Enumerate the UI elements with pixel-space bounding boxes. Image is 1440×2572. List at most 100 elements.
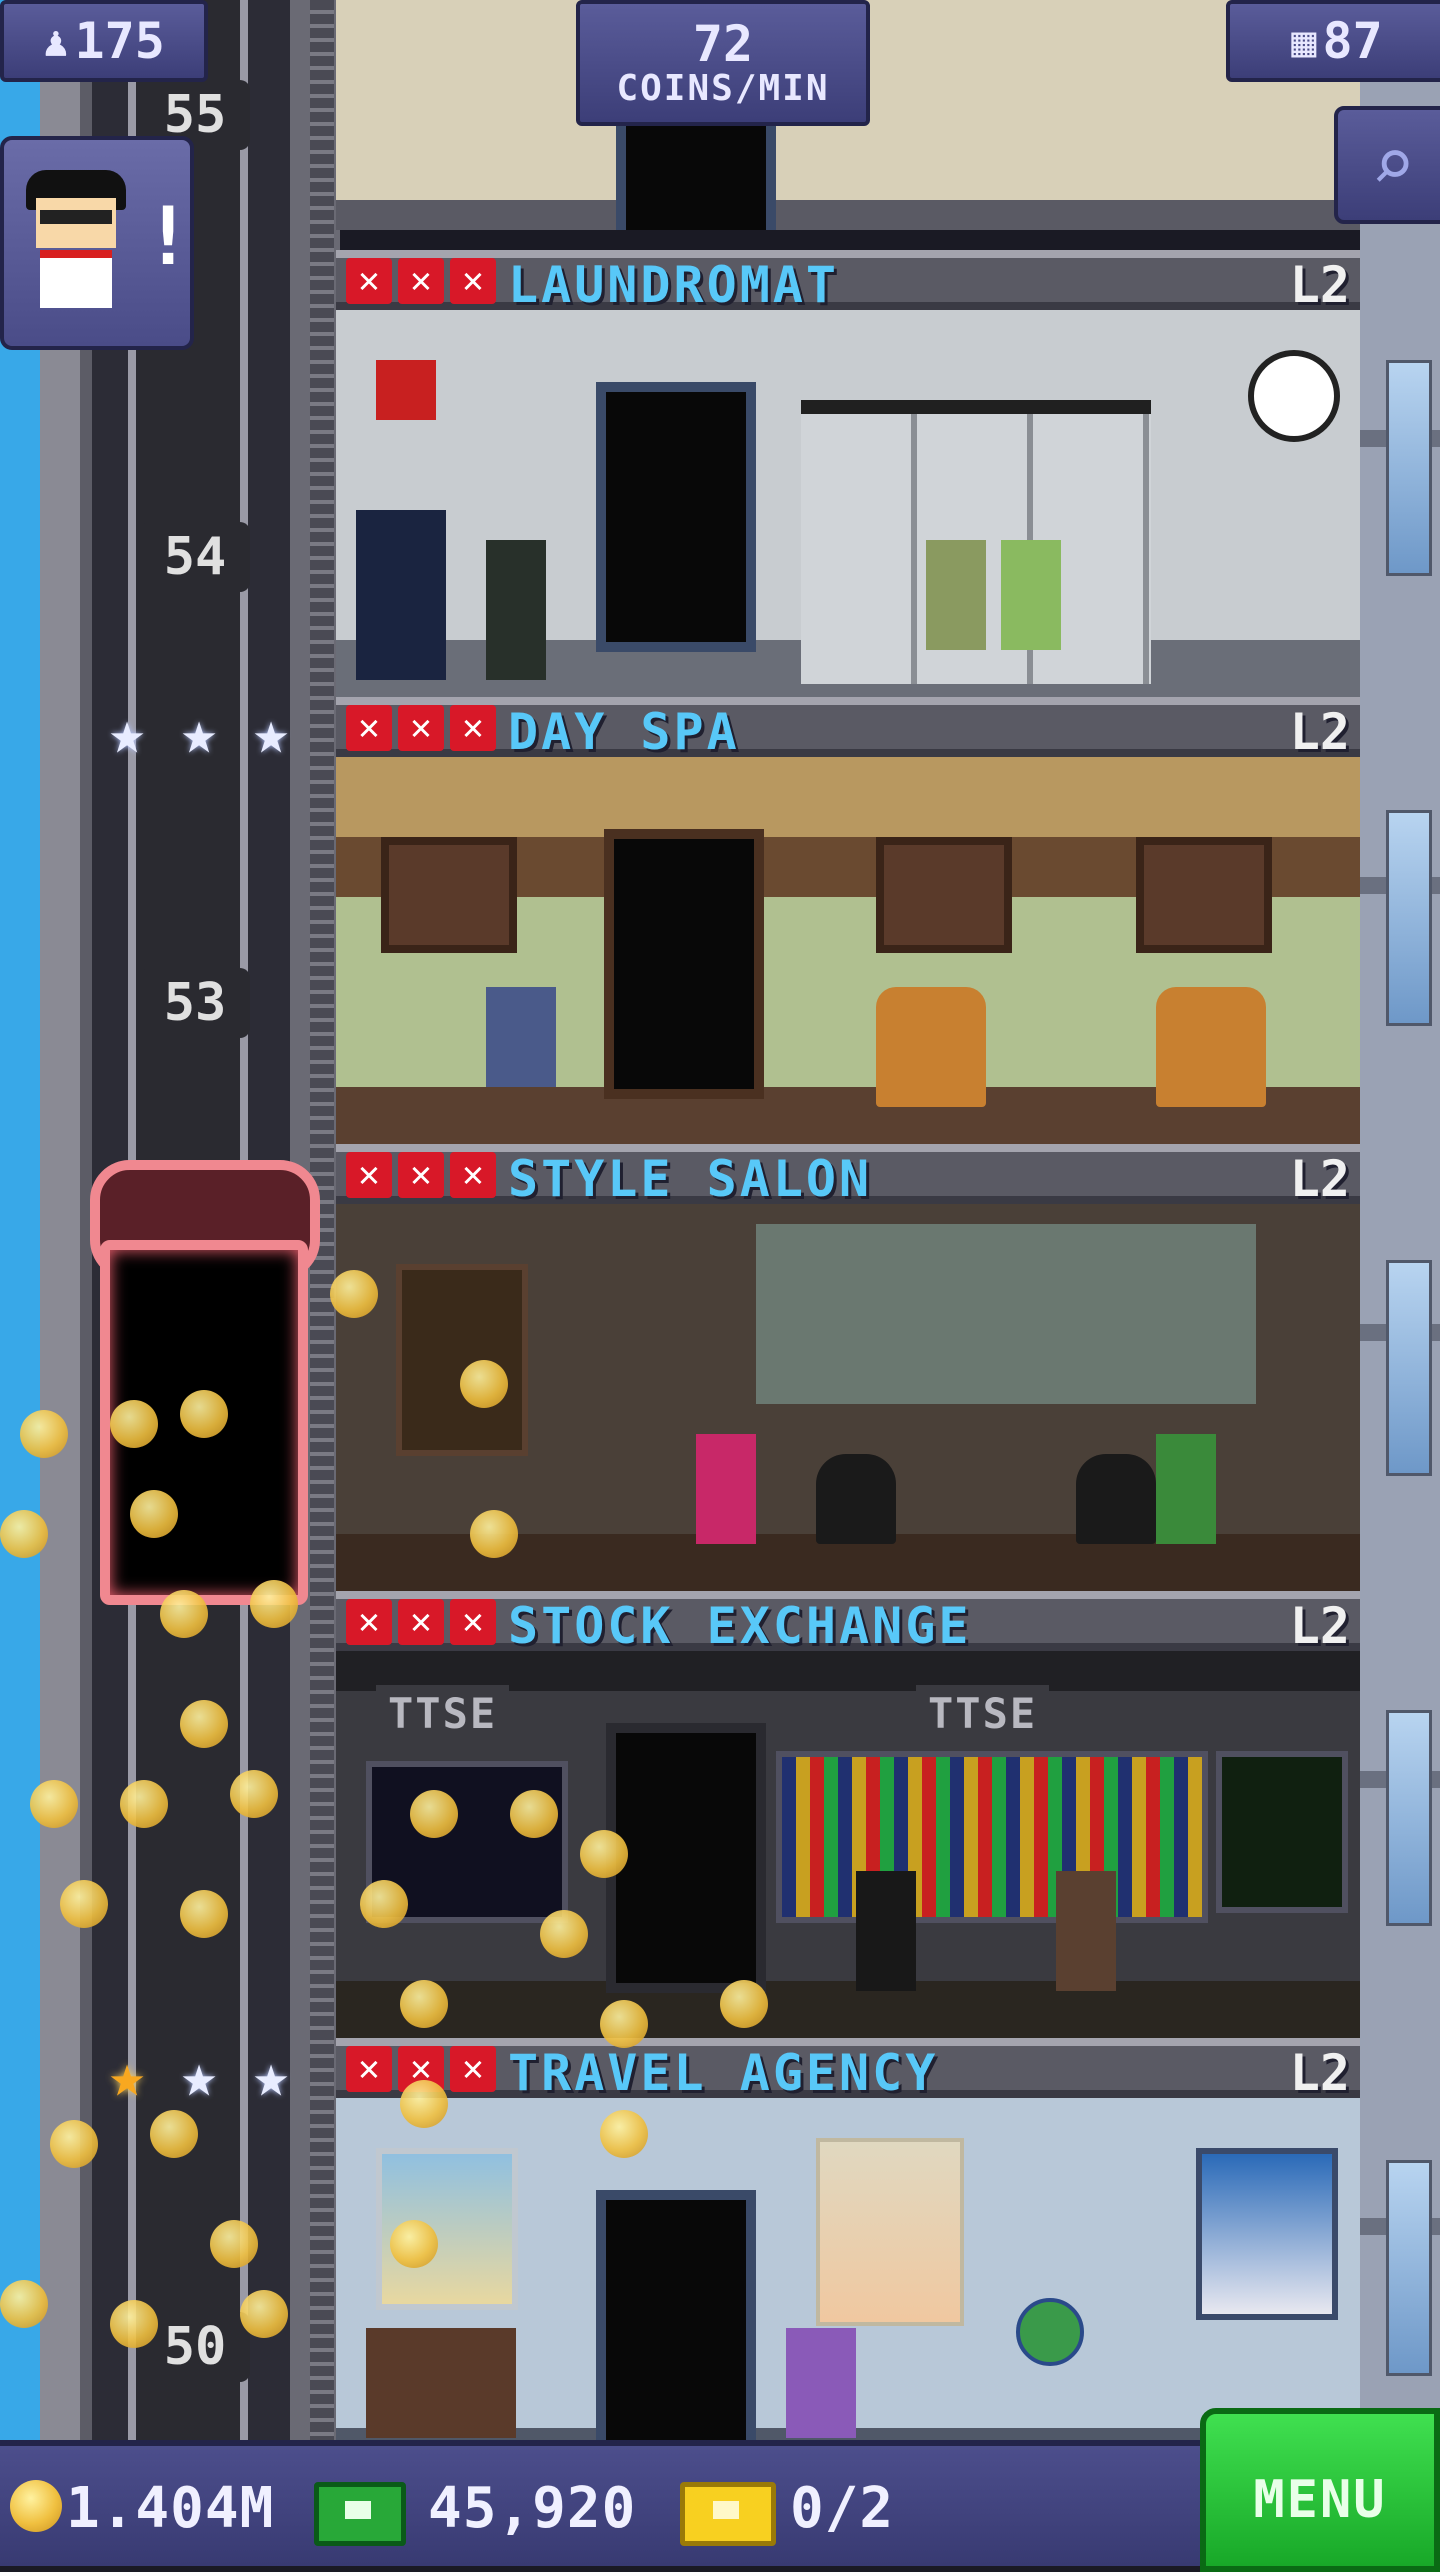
coin-icon <box>110 1400 158 1448</box>
salon-chair <box>1076 1454 1156 1544</box>
customer <box>696 1434 756 1544</box>
empty-star-x-icon: ✕ <box>398 1599 444 1645</box>
bux-icon <box>314 2482 406 2546</box>
person-icon: ♟ <box>43 16 69 66</box>
income-display: 72 COINS/MIN <box>576 0 870 126</box>
coin-icon <box>10 2480 62 2532</box>
sky-background <box>0 0 40 2440</box>
bottom-bar: 1.404M 45,920 0/2 MENU <box>0 2408 1440 2572</box>
coin-icon <box>20 1410 68 1458</box>
coin-icon <box>240 2290 288 2338</box>
window <box>1386 360 1432 576</box>
customer <box>926 540 986 650</box>
floor-header: ✕ ✕ ✕ STOCK EXCHANGE L2 <box>336 1591 1360 1655</box>
floor-stock-exchange[interactable]: ✕ ✕ ✕ STOCK EXCHANGE L2 TTSE TTSE <box>336 1591 1360 2038</box>
bux-value: 45,920 <box>428 2476 637 2541</box>
mirror-wall <box>756 1224 1256 1404</box>
coin-icon <box>390 2220 438 2268</box>
shaft-stars: ★ ★ ★ <box>96 2045 302 2107</box>
shaft-floor-number: 54 <box>140 522 250 592</box>
floor-room <box>336 757 1360 1144</box>
menu-button[interactable]: MENU <box>1200 2408 1440 2572</box>
coins-value: 1.404M <box>66 2476 275 2541</box>
population-value: 175 <box>74 12 165 70</box>
customer <box>1001 540 1061 650</box>
floor-header: ✕ ✕ ✕ TRAVEL AGENCY L2 <box>336 2038 1360 2102</box>
coin-icon <box>540 1910 588 1958</box>
empty-star-x-icon: ✕ <box>450 258 496 304</box>
empty-star-x-icon: ✕ <box>450 1599 496 1645</box>
customer <box>1156 1434 1216 1544</box>
floor-header: ✕ ✕ ✕ STYLE SALON L2 <box>336 1144 1360 1208</box>
floor-level: L2 <box>1289 1150 1350 1208</box>
coin-icon <box>30 1780 78 1828</box>
coin-icon <box>150 2110 198 2158</box>
floor-stars: ✕ ✕ ✕ <box>346 705 496 751</box>
floor-day-spa[interactable]: ✕ ✕ ✕ DAY SPA L2 <box>336 697 1360 1144</box>
empty-star-x-icon: ✕ <box>398 258 444 304</box>
building-icon: ▦ <box>1291 16 1317 66</box>
population-counter[interactable]: ♟ 175 <box>0 0 208 82</box>
empty-star-x-icon: ✕ <box>346 1599 392 1645</box>
coin-icon <box>210 2220 258 2268</box>
trader <box>1056 1871 1116 1991</box>
ticker-screen <box>1216 1751 1348 1913</box>
floor-travel-agency[interactable]: ✕ ✕ ✕ TRAVEL AGENCY L2 <box>336 2038 1360 2440</box>
door <box>606 1723 766 1993</box>
shelf <box>396 1264 528 1456</box>
coin-icon <box>180 1390 228 1438</box>
empty-star-x-icon: ✕ <box>346 1152 392 1198</box>
door <box>604 829 764 1099</box>
ticket-icon <box>680 2482 776 2546</box>
gold-star-icon: ★ <box>108 2041 146 2111</box>
customer <box>786 2328 856 2438</box>
floor-room: TTSE TTSE <box>336 1651 1360 2038</box>
window <box>1386 1710 1432 1926</box>
bitizen-alert-button[interactable]: ! <box>0 136 194 350</box>
white-star-icon: ★ <box>252 2041 290 2111</box>
coin-icon <box>410 1790 458 1838</box>
coin-icon <box>510 1790 558 1838</box>
picture-frame <box>876 837 1012 953</box>
spa-chair <box>876 987 986 1107</box>
empty-star-x-icon: ✕ <box>398 705 444 751</box>
clock-icon <box>1248 350 1340 442</box>
travel-poster <box>816 2138 964 2326</box>
picture-frame <box>381 837 517 953</box>
income-value: 72 <box>692 15 754 73</box>
coin-icon <box>250 1580 298 1628</box>
brochure-rack <box>366 2328 516 2438</box>
floor-laundromat[interactable]: ✕ ✕ ✕ LAUNDROMAT L2 <box>336 250 1360 697</box>
floors-counter[interactable]: ▦ 87 <box>1226 0 1440 82</box>
window <box>1386 810 1432 1026</box>
shaft-floor-number: 53 <box>140 968 250 1038</box>
coin-icon <box>0 2280 48 2328</box>
coin-icon <box>600 2110 648 2158</box>
customer <box>486 987 556 1087</box>
search-button[interactable]: ⌕ <box>1334 106 1440 224</box>
white-star-icon: ★ <box>252 698 290 768</box>
floor-room <box>336 310 1360 697</box>
trader <box>856 1871 916 1991</box>
empty-star-x-icon: ✕ <box>450 1152 496 1198</box>
coin-icon <box>60 1880 108 1928</box>
picture-frame <box>1136 837 1272 953</box>
door <box>596 382 756 652</box>
window <box>1386 2160 1432 2376</box>
travel-poster <box>1196 2148 1338 2320</box>
coin-icon <box>460 1360 508 1408</box>
floor-level: L2 <box>1289 2044 1350 2102</box>
floor-level: L2 <box>1289 256 1350 314</box>
coin-icon <box>130 1490 178 1538</box>
coin-icon <box>180 1890 228 1938</box>
floor-header: ✕ ✕ ✕ LAUNDROMAT L2 <box>336 250 1360 314</box>
coin-icon <box>400 1980 448 2028</box>
floor-name: STYLE SALON <box>508 1150 873 1208</box>
empty-star-x-icon: ✕ <box>346 258 392 304</box>
stock-board <box>776 1751 1208 1923</box>
coin-icon <box>600 2000 648 2048</box>
magnifier-icon: ⌕ <box>1370 122 1416 208</box>
floor-name: STOCK EXCHANGE <box>508 1597 972 1655</box>
vending-machine <box>356 510 446 680</box>
floor-name: LAUNDROMAT <box>508 256 840 314</box>
